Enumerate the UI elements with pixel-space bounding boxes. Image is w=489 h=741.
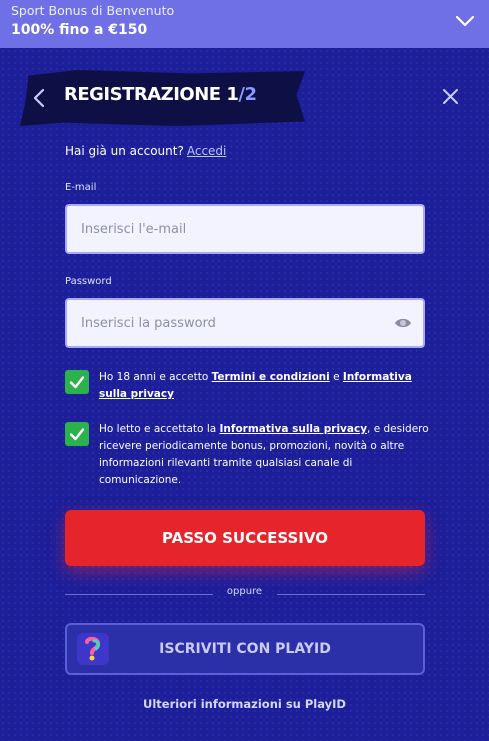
marketing-checkbox[interactable] — [65, 422, 89, 446]
terms-checkbox[interactable] — [65, 370, 89, 394]
next-step-button[interactable]: PASSO SUCCESSIVO — [65, 510, 425, 566]
chevron-down-icon[interactable] — [455, 14, 475, 28]
marketing-text-before: Ho letto e accettato la — [99, 423, 217, 435]
step-total: 2 — [244, 84, 257, 105]
marketing-privacy-link[interactable]: Informativa sulla privacy — [220, 423, 368, 435]
checkmark-icon — [69, 428, 85, 441]
close-icon[interactable] — [442, 88, 459, 105]
chevron-left-icon[interactable] — [32, 88, 46, 108]
password-label: Password — [65, 276, 112, 287]
checkmark-icon — [69, 376, 85, 389]
title-text: REGISTRAZIONE 1 — [64, 84, 239, 105]
terms-consent-text: Ho 18 anni e accetto Termini e condizion… — [99, 369, 429, 403]
divider-right — [277, 594, 425, 595]
account-prompt: Hai già un account? Accedi — [65, 144, 226, 158]
password-field[interactable] — [65, 298, 425, 348]
or-label: oppure — [226, 586, 263, 597]
email-field[interactable] — [65, 204, 425, 254]
eye-icon[interactable] — [394, 316, 412, 330]
bonus-banner[interactable]: Sport Bonus di Benvenuto 100% fino a €15… — [0, 0, 489, 48]
login-link[interactable]: Accedi — [187, 144, 227, 158]
account-prompt-text: Hai già un account? — [65, 144, 184, 158]
playid-signup-button[interactable] — [65, 623, 425, 675]
terms-link[interactable]: Termini e condizioni — [212, 371, 330, 383]
playid-logo-icon-glyph — [85, 636, 101, 661]
marketing-consent-text: Ho letto e accettato la Informativa sull… — [99, 421, 429, 489]
terms-text-middle: e — [333, 371, 340, 383]
bonus-subtitle: Sport Bonus di Benvenuto — [11, 3, 175, 18]
playid-logo-icon — [77, 633, 109, 665]
email-label: E-mail — [65, 182, 97, 193]
playid-more-info-link[interactable]: Ulteriori informazioni su PlayID — [0, 697, 489, 711]
bonus-title: 100% fino a €150 — [11, 22, 148, 38]
terms-text-before: Ho 18 anni e accetto — [99, 371, 209, 383]
page-title: REGISTRAZIONE 1/2 — [64, 84, 257, 105]
